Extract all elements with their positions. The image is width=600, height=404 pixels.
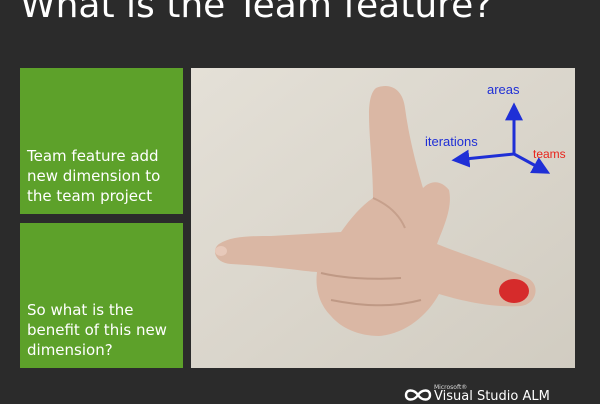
text-card-benefit-question-label: So what is the benefit of this new dimen… [27, 301, 167, 359]
text-card-team-feature-label: Team feature add new dimension to the te… [27, 147, 161, 205]
slide-title: What is the Team feature? [20, 0, 493, 26]
hand-dimensions-photo: areas iterations teams [191, 68, 575, 368]
teams-axis-label: teams [533, 147, 566, 161]
text-card-benefit-question: So what is the benefit of this new dimen… [20, 223, 183, 368]
text-card-team-feature: Team feature add new dimension to the te… [20, 68, 183, 214]
iterations-axis-label: iterations [425, 134, 478, 149]
fingernail-red [499, 279, 529, 303]
visual-studio-logo: Microsoft® Visual Studio ALM [404, 384, 600, 404]
logo-product-text: Visual Studio ALM [434, 389, 550, 404]
areas-axis-label: areas [487, 82, 520, 97]
